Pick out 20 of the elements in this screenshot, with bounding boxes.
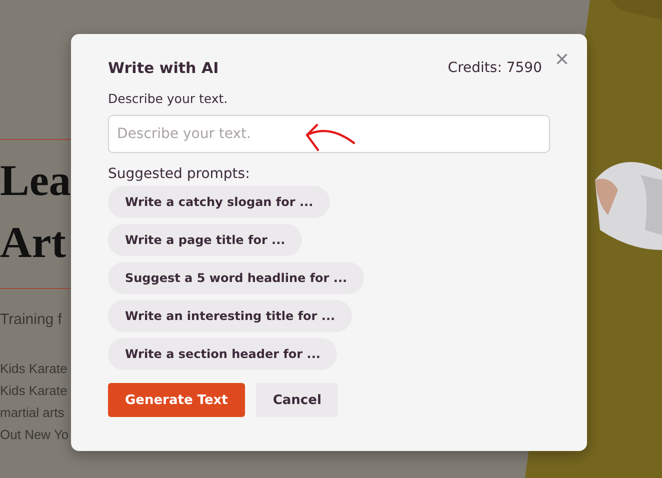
prompt-chip[interactable]: Write a catchy slogan for ... [108,186,330,218]
cancel-button[interactable]: Cancel [256,383,338,417]
prompt-chip[interactable]: Write a page title for ... [108,224,302,256]
page-text-line: Out New Yo [0,426,70,444]
page-text-line: Kids Karate [0,382,68,400]
credits-count: Credits: 7590 [448,60,542,76]
prompt-chip[interactable]: Write a section header for ... [108,338,338,370]
arrow-annotation [304,124,358,154]
field-label: Describe your text. [108,91,229,106]
prompt-chip[interactable]: Suggest a 5 word headline for ... [108,262,364,294]
page-text-line: martial arts [0,404,66,422]
prompt-chip[interactable]: Write an interesting title for ... [108,300,352,332]
page-text-line: Kids Karate [0,360,68,378]
suggested-label: Suggested prompts: [108,166,251,182]
description-input[interactable]: Describe your text. [108,115,550,153]
page-heading-line: Lea [0,155,71,207]
generate-button[interactable]: Generate Text [108,383,245,417]
dialog-title: Write with AI [108,59,219,77]
page-subtitle: Training f [0,311,62,328]
page-heading-line: Art [0,217,67,269]
